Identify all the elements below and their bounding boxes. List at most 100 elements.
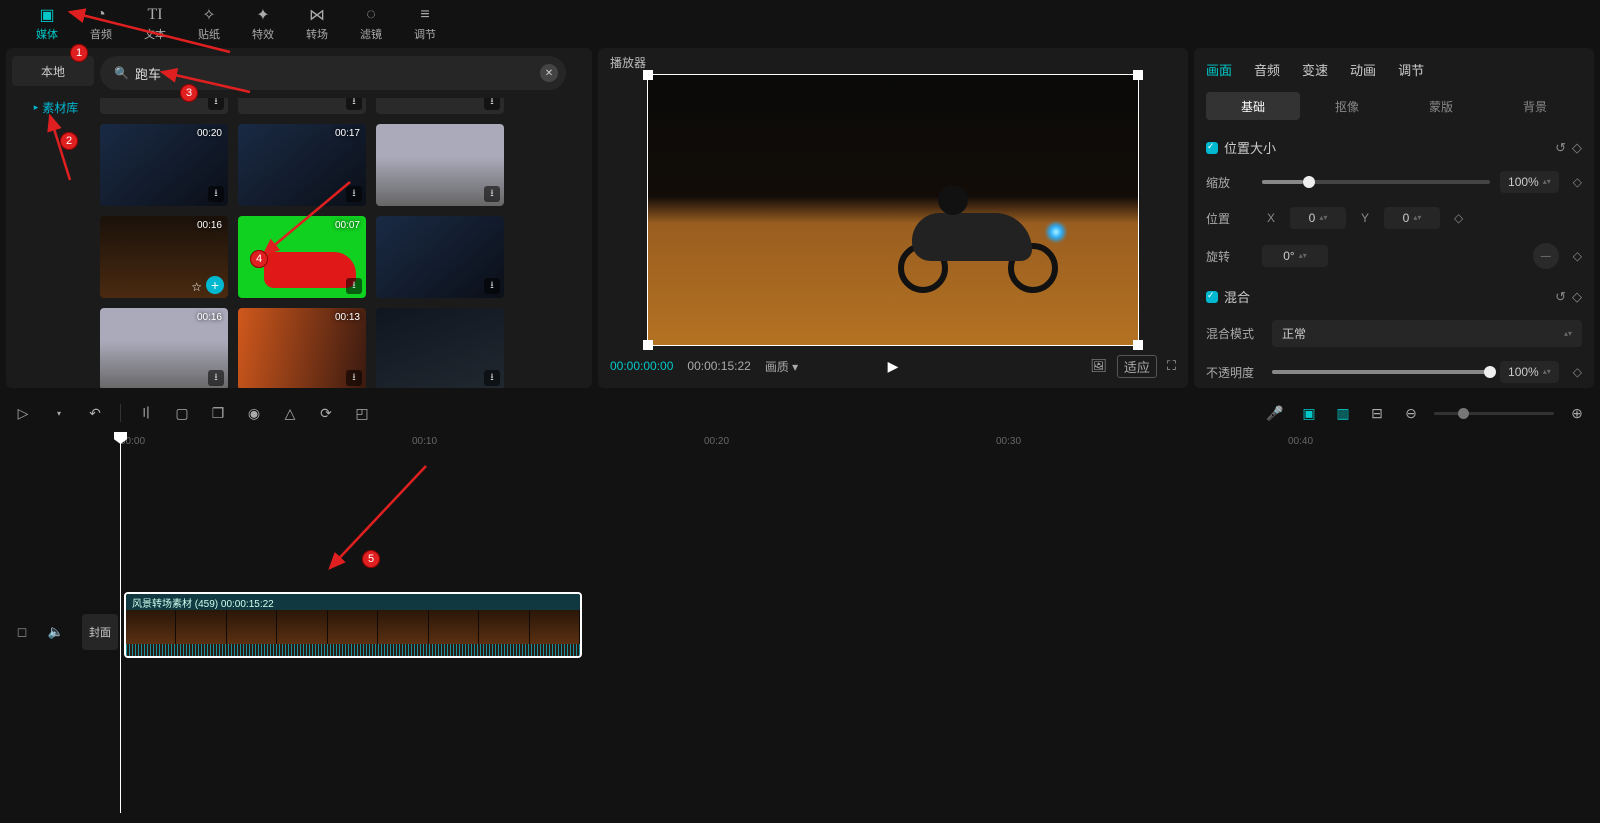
download-icon[interactable]: ⭳: [346, 278, 362, 294]
ratio-button[interactable]: 适应: [1117, 355, 1157, 378]
insp-tab-speed[interactable]: 变速: [1302, 60, 1328, 79]
resize-handle[interactable]: [643, 340, 653, 350]
media-card[interactable]: 00:13⭳: [238, 308, 366, 388]
split-tool[interactable]: 〢: [135, 402, 157, 424]
search-input[interactable]: 🔍 跑车 ✕: [100, 56, 566, 90]
pointer-tool[interactable]: ▷: [12, 402, 34, 424]
pointer-dropdown[interactable]: ▾: [48, 402, 70, 424]
tab-transition[interactable]: ⋈转场: [290, 0, 344, 48]
align-icon[interactable]: ⊟: [1366, 402, 1388, 424]
video-clip[interactable]: 风景转场素材 (459) 00:00:15:22: [124, 592, 582, 658]
opacity-value[interactable]: 100%▴▾: [1500, 361, 1559, 383]
media-card[interactable]: ⭳: [376, 124, 504, 206]
reset-icon[interactable]: ↺: [1555, 289, 1566, 305]
media-card[interactable]: 00:20⭳: [100, 124, 228, 206]
insp-tab-audio[interactable]: 音频: [1254, 60, 1280, 79]
undo-button[interactable]: ↶: [84, 402, 106, 424]
tab-effect[interactable]: ✦特效: [236, 0, 290, 48]
resize-handle[interactable]: [1133, 340, 1143, 350]
blend-mode-select[interactable]: 正常▴▾: [1272, 320, 1582, 347]
insp-tab-picture[interactable]: 画面: [1206, 60, 1232, 79]
crop-tool[interactable]: ▢: [171, 402, 193, 424]
keyframe-icon[interactable]: ◇: [1573, 175, 1582, 189]
clear-search-icon[interactable]: ✕: [540, 64, 558, 82]
tab-audio[interactable]: ◔音频: [74, 0, 128, 48]
opacity-slider[interactable]: [1272, 370, 1490, 374]
player-viewport[interactable]: [610, 74, 1176, 346]
track-mute-icon[interactable]: 🔈: [46, 622, 66, 642]
scale-value[interactable]: 100%▴▾: [1500, 171, 1559, 193]
snapshot-icon[interactable]: 🖼: [1090, 358, 1107, 374]
track-lock-icon[interactable]: ◻: [12, 622, 32, 642]
position-y-value[interactable]: 0▴▾: [1384, 207, 1440, 229]
timeline-ruler[interactable]: 00:00 00:10 00:20 00:30 00:40: [120, 432, 1588, 454]
download-icon[interactable]: ⭳: [484, 278, 500, 294]
media-card[interactable]: ⭳: [376, 308, 504, 388]
reset-icon[interactable]: ↺: [1555, 140, 1566, 156]
media-card[interactable]: 00:07⭳: [238, 216, 366, 298]
cover-button[interactable]: 封面: [82, 614, 118, 650]
zoom-slider[interactable]: [1434, 412, 1554, 415]
keyframe-icon[interactable]: ◇: [1573, 365, 1582, 379]
subtab-mask[interactable]: 蒙版: [1394, 92, 1488, 120]
media-card-selected[interactable]: 00:16 ☆ +: [100, 216, 228, 298]
magnet-aux-icon[interactable]: ▥: [1332, 402, 1354, 424]
quality-dropdown[interactable]: 画质 ▾: [765, 358, 798, 375]
tab-adjust[interactable]: ≡调节: [398, 0, 452, 48]
checkbox-transform[interactable]: [1206, 142, 1218, 154]
media-card[interactable]: ⭳: [100, 98, 228, 114]
rotate-value[interactable]: 0°▴▾: [1262, 245, 1328, 267]
download-icon[interactable]: ⭳: [346, 370, 362, 386]
download-icon[interactable]: ⭳: [346, 98, 362, 110]
download-icon[interactable]: ⭳: [208, 370, 224, 386]
tab-text[interactable]: TI文本: [128, 0, 182, 48]
magnet-main-icon[interactable]: ▣: [1298, 402, 1320, 424]
media-card[interactable]: 00:17⭳: [238, 124, 366, 206]
sidebar-library[interactable]: 素材库: [12, 92, 94, 122]
play-button[interactable]: ▶: [888, 358, 899, 375]
insp-tab-adjust[interactable]: 调节: [1398, 60, 1424, 79]
media-card[interactable]: ⭳: [238, 98, 366, 114]
flip-button[interactable]: —: [1533, 243, 1559, 269]
subtab-cutout[interactable]: 抠像: [1300, 92, 1394, 120]
tab-media[interactable]: ▣媒体: [20, 0, 74, 48]
timeline-body[interactable]: ◻ 🔈 封面 风景转场素材 (459) 00:00:15:22: [0, 454, 1600, 804]
clip-duration: 00:16: [197, 220, 222, 231]
media-card[interactable]: ⭳: [376, 98, 504, 114]
favorite-icon[interactable]: ☆: [191, 280, 202, 294]
checkbox-blend[interactable]: [1206, 291, 1218, 303]
download-icon[interactable]: ⭳: [484, 186, 500, 202]
tab-filter[interactable]: ◌滤镜: [344, 0, 398, 48]
keyframe-icon[interactable]: ◇: [1573, 249, 1582, 263]
resize-handle[interactable]: [1133, 70, 1143, 80]
download-icon[interactable]: ⭳: [484, 98, 500, 110]
resize-handle[interactable]: [643, 70, 653, 80]
tab-sticker[interactable]: ✧贴纸: [182, 0, 236, 48]
keyframe-icon[interactable]: ◇: [1454, 211, 1463, 225]
insp-tab-anim[interactable]: 动画: [1350, 60, 1376, 79]
add-to-timeline-icon[interactable]: +: [206, 276, 224, 294]
scale-slider[interactable]: [1262, 180, 1490, 184]
keyframe-icon[interactable]: ◇: [1572, 140, 1582, 156]
sidebar-local[interactable]: 本地: [12, 56, 94, 86]
reverse-tool[interactable]: ◉: [243, 402, 265, 424]
subtab-basic[interactable]: 基础: [1206, 92, 1300, 120]
crop2-tool[interactable]: ◰: [351, 402, 373, 424]
zoom-in-icon[interactable]: ⊕: [1566, 402, 1588, 424]
download-icon[interactable]: ⭳: [484, 370, 500, 386]
download-icon[interactable]: ⭳: [346, 186, 362, 202]
zoom-out-icon[interactable]: ⊖: [1400, 402, 1422, 424]
rotate-tool[interactable]: ⟳: [315, 402, 337, 424]
player-canvas[interactable]: [647, 74, 1139, 346]
keyframe-icon[interactable]: ◇: [1572, 289, 1582, 305]
download-icon[interactable]: ⭳: [208, 98, 224, 110]
position-x-value[interactable]: 0▴▾: [1290, 207, 1346, 229]
mirror-tool[interactable]: △: [279, 402, 301, 424]
subtab-bg[interactable]: 背景: [1488, 92, 1582, 120]
media-card[interactable]: 00:16⭳: [100, 308, 228, 388]
media-card[interactable]: ⭳: [376, 216, 504, 298]
fullscreen-icon[interactable]: ⛶: [1167, 358, 1176, 374]
copy-tool[interactable]: ❐: [207, 402, 229, 424]
download-icon[interactable]: ⭳: [208, 186, 224, 202]
mic-icon[interactable]: 🎤: [1264, 402, 1286, 424]
